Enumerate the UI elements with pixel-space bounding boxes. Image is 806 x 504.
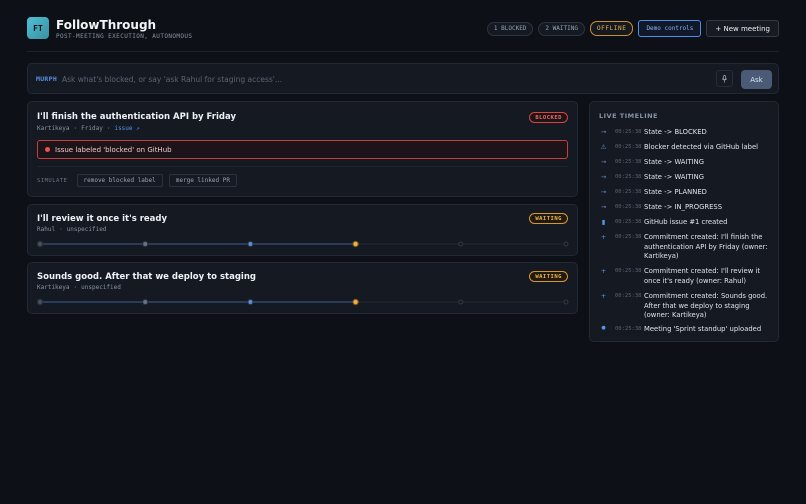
progress-step-pending [563,299,569,305]
app-subtitle: POST-MEETING EXECUTION, AUTONOMOUS [56,33,193,40]
timeline-text: Commitment created: I'll finish the auth… [644,233,768,260]
arrow-right-icon: → [600,173,607,181]
timeline-text: GitHub issue #1 created [644,218,728,226]
commitment-title: I'll review it once it's ready [37,214,168,224]
status-badge: WAITING [529,271,568,282]
commitment-title: Sounds good. After that we deploy to sta… [37,272,256,282]
progress-stepper [37,298,569,306]
demo-controls-button[interactable]: Demo controls [638,20,702,37]
blocked-count-badge: 1 BLOCKED [486,21,534,36]
microphone-button[interactable] [716,70,733,87]
microphone-icon [721,74,728,82]
commitment-owner: Rahul [37,226,56,233]
warning-icon: ⚠ [600,143,607,151]
plus-icon: + [600,292,607,300]
commitment-due: Friday [81,125,103,132]
commitment-card[interactable]: I'll review it once it's ready Rahul · u… [27,204,578,256]
timeline-time: 00:25:38 [615,159,642,165]
progress-step-pending [563,241,569,247]
card-divider [37,166,568,167]
meta-separator: · [106,125,111,132]
arrow-right-icon: → [600,128,607,136]
commitment-meta: Kartikeya · Friday · issue ↗ [37,125,140,132]
timeline-text: State -> BLOCKED [644,128,707,136]
assistant-tag: MURPH [36,75,58,83]
timeline-time: 00:25:38 [615,219,642,225]
upload-dot-icon: ● [601,325,606,331]
remove-blocked-label-button[interactable]: remove blocked label [76,174,163,187]
simulate-controls: SIMULATE remove blocked label merge link… [37,174,237,187]
progress-step-current [352,298,359,306]
progress-step-done [247,240,254,248]
alert-dot-icon [45,147,50,152]
ask-input[interactable] [62,72,702,86]
timeline-text: Commitment created: Sounds good. After t… [644,292,768,319]
timeline-time: 00:25:38 [615,204,642,210]
timeline-time: 00:25:38 [615,268,642,274]
timeline-time: 00:25:38 [615,293,642,299]
arrow-right-icon: → [600,203,607,211]
timeline-time: 00:25:38 [615,326,642,332]
progress-step-pending [458,241,464,247]
timeline-text: State -> WAITING [644,158,704,166]
commitment-meta: Rahul · unspecified [37,226,106,233]
arrow-right-icon: → [600,158,607,166]
timeline-time: 00:25:38 [615,234,642,240]
merge-linked-pr-button[interactable]: merge linked PR [168,174,237,187]
header-actions: 1 BLOCKED 2 WAITING OFFLINE Demo control… [486,20,779,37]
meta-separator: · [73,284,78,291]
waiting-count-badge: 2 WAITING [538,21,585,36]
timeline-time: 00:25:38 [615,189,642,195]
app-title: FollowThrough [56,18,157,32]
meta-separator: · [73,125,78,132]
progress-step-pending [458,299,464,305]
commitment-due: unspecified [81,284,121,291]
commitment-owner: Kartikeya [37,284,70,291]
connection-status-badge: OFFLINE [589,21,634,36]
progress-track [37,298,569,306]
commitment-card[interactable]: I'll finish the authentication API by Fr… [27,101,578,197]
ask-bar: MURPH Ask [27,63,779,94]
app-header: FT FollowThrough POST-MEETING EXECUTION,… [27,17,779,51]
new-meeting-button[interactable]: + New meeting [706,20,779,37]
progress-step-done [37,240,44,248]
progress-stepper [37,240,569,248]
meta-separator: · [59,226,63,233]
plus-icon: + [600,267,607,275]
timeline-time: 00:25:38 [615,174,642,180]
simulate-label: SIMULATE [37,177,68,184]
timeline-text: Blocker detected via GitHub label [644,143,759,151]
blocker-alert: Issue labeled 'blocked' on GitHub [37,140,568,159]
progress-step-done [141,240,149,248]
timeline-text: Meeting 'Sprint standup' uploaded [644,325,762,333]
timeline-text: Commitment created: I'll review it once … [644,267,760,285]
issue-link[interactable]: issue ↗ [114,125,139,132]
plus-icon: + [600,233,607,241]
ask-button[interactable]: Ask [741,70,772,89]
progress-step-done [37,298,44,306]
commitment-meta: Kartikeya · unspecified [37,284,121,291]
commitment-owner: Kartikeya [37,125,70,132]
live-timeline: LIVE TIMELINE → 00:25:38 State -> BLOCKED ⚠… [589,101,779,342]
progress-step-done [141,298,149,306]
progress-track [37,240,569,248]
status-badge: WAITING [529,213,568,224]
commitment-card[interactable]: Sounds good. After that we deploy to sta… [27,262,578,314]
header-divider [27,51,779,52]
commitment-due: unspecified [66,226,107,233]
arrow-right-icon: → [600,188,607,196]
timeline-text: State -> WAITING [644,173,704,181]
status-badge: BLOCKED [529,112,568,123]
timeline-text: State -> IN_PROGRESS [644,203,723,211]
commitment-title: I'll finish the authentication API by Fr… [37,112,237,122]
timeline-text: State -> PLANNED [644,188,707,196]
alert-text: Issue labeled 'blocked' on GitHub [55,145,172,154]
progress-step-done [247,298,254,306]
app-logo: FT [27,17,49,39]
timeline-heading: LIVE TIMELINE [599,112,658,120]
timeline-time: 00:25:38 [615,129,642,135]
progress-step-current [352,240,359,248]
clipboard-icon: ▮ [601,218,606,226]
timeline-time: 00:25:38 [615,144,642,150]
